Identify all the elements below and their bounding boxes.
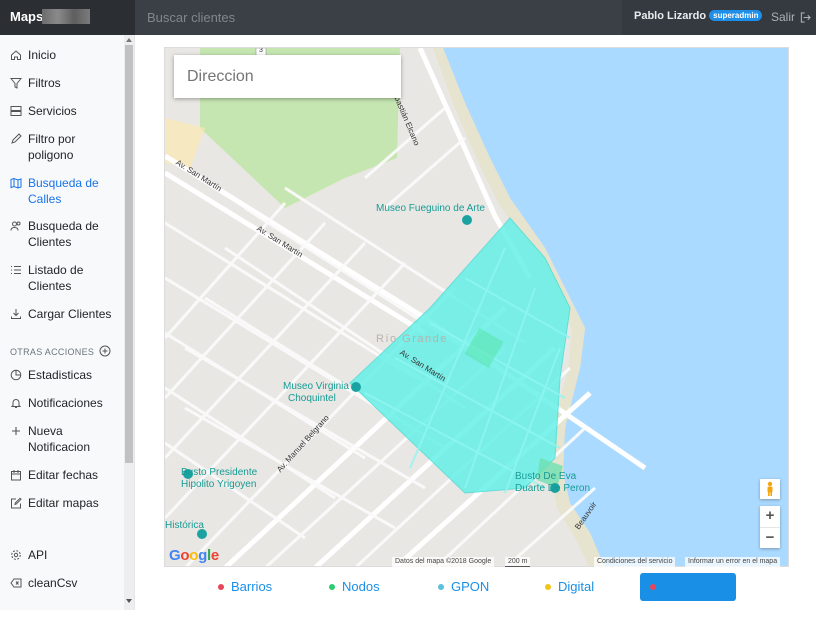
sidebar-item-label: Filtros: [28, 76, 61, 90]
layer-barrios[interactable]: Barrios: [218, 573, 272, 601]
blurred-logo: [42, 9, 90, 24]
pegman-icon: [767, 481, 773, 496]
google-logo: Google: [169, 547, 219, 564]
layer-gpon[interactable]: GPON: [438, 573, 489, 601]
map-scale[interactable]: 200 m: [505, 557, 531, 567]
sidebar-item-busqueda-calles[interactable]: Busqueda de Calles: [10, 175, 122, 207]
sidebar-item-listado-clientes[interactable]: Listado de Clientes: [10, 262, 122, 294]
plus-icon: [12, 427, 20, 435]
scroll-down-arrow[interactable]: [126, 599, 132, 603]
gpon-dot-icon: [438, 584, 444, 590]
layer-label: Nodos: [342, 579, 380, 594]
role-badge: superadmin: [709, 10, 763, 21]
digital-dot-icon: [545, 584, 551, 590]
street-view-button[interactable]: [760, 479, 780, 499]
sign-out-icon: [801, 12, 812, 23]
edit-icon: [11, 497, 22, 509]
bell-icon: [10, 399, 22, 408]
sidebar-item-filtro-poligono[interactable]: Filtro por poligono: [10, 131, 122, 163]
logout-link[interactable]: Salir: [771, 10, 812, 24]
map-label-route-3: 3: [259, 47, 263, 54]
pie-chart-icon: [10, 369, 22, 381]
users-icon: [10, 221, 21, 231]
layer-label: Barrios: [231, 579, 273, 594]
sidebar-item-busqueda-clientes[interactable]: Busqueda de Clientes: [10, 218, 122, 250]
sidebar-item-nueva-notificacion[interactable]: Nueva Notificacion: [10, 423, 122, 455]
sidebar-item-servicios[interactable]: Servicios: [10, 103, 122, 119]
backspace-icon: [10, 578, 22, 588]
gear-icon: [11, 550, 21, 560]
map-graphic: [165, 48, 788, 566]
sidebar-item-label: Editar mapas: [28, 496, 99, 510]
sidebar: [0, 35, 135, 610]
scroll-up-arrow[interactable]: [126, 38, 132, 42]
sidebar-item-api[interactable]: API: [10, 547, 122, 563]
sidebar-item-cargar-clientes[interactable]: Cargar Clientes: [10, 306, 122, 322]
download-icon: [11, 309, 21, 319]
sidebar-item-label: Nueva Notificacion: [28, 424, 91, 454]
sidebar-item-notificaciones[interactable]: Notificaciones: [10, 395, 122, 411]
sidebar-item-label: Servicios: [28, 104, 77, 118]
section-title: OTRAS ACCIONES: [10, 347, 95, 357]
layer-label: GPON: [451, 579, 490, 594]
map-label-museo-virginia-2: Choquintel: [288, 393, 336, 404]
sidebar-item-inicio[interactable]: Inicio: [10, 47, 122, 63]
layer-digital[interactable]: Digital: [545, 573, 594, 601]
layer-label: Digital: [558, 579, 595, 594]
sidebar-item-label: API: [28, 548, 48, 562]
client-search-input[interactable]: [135, 0, 622, 35]
barrios-dot-icon: [218, 584, 224, 590]
sidebar-item-label: Estadisticas: [28, 368, 93, 382]
zoom-in-button[interactable]: +: [760, 506, 780, 527]
server-icon: [10, 106, 22, 116]
map-label-busto-hipolito-1: Busto Presidente: [181, 467, 258, 478]
sidebar-item-label: Busqueda de Clientes: [28, 219, 99, 249]
nodos-dot-icon: [329, 584, 335, 590]
sidebar-item-label: Editar fechas: [28, 468, 99, 482]
layer-label: Trabajando: [650, 607, 716, 622]
home-icon: [11, 50, 21, 60]
map-label-museo-fueguino: Museo Fueguino de Arte: [376, 203, 485, 214]
map-label-historica: Histórica: [165, 520, 204, 531]
sidebar-item-label: Filtro por poligono: [28, 132, 76, 162]
add-circle-icon[interactable]: [99, 345, 111, 357]
list-icon: [11, 266, 21, 274]
map-zoom-control: + −: [760, 506, 780, 548]
sidebar-item-filtros[interactable]: Filtros: [10, 75, 122, 91]
scrollbar-thumb[interactable]: [125, 45, 133, 463]
filter-icon: [10, 78, 22, 89]
sidebar-item-label: Listado de Clientes: [28, 263, 84, 293]
logout-label: Salir: [771, 10, 796, 24]
sidebar-item-label: Inicio: [28, 48, 57, 62]
map-label-busto-eva-2: Duarte De Peron: [515, 483, 591, 494]
terms-link[interactable]: Condiciones del servicio: [594, 557, 676, 567]
zoom-out-button[interactable]: −: [760, 527, 780, 548]
map-label-rio-grande: Río Grande: [376, 333, 448, 345]
map-label-busto-eva-1: Busto De Eva: [515, 471, 577, 482]
sidebar-item-label: Busqueda de Calles: [28, 176, 99, 206]
pencil-icon: [11, 133, 22, 144]
map-label-busto-hipolito-2: Hipolito Yrigoyen: [181, 479, 257, 490]
calendar-icon: [11, 470, 21, 481]
sidebar-item-estadisticas[interactable]: Estadisticas: [10, 367, 122, 383]
user-name: Pablo Lizardo: [634, 10, 707, 22]
trabajando-dot-icon: [650, 584, 656, 590]
sidebar-item-label: Cargar Clientes: [28, 307, 112, 321]
layer-trabajando-button[interactable]: Trabajando: [640, 573, 736, 622]
report-error-link[interactable]: Informar un error en el mapa: [685, 557, 781, 567]
map-label-museo-virginia-1: Museo Virginia: [283, 381, 349, 392]
user-info: Pablo Lizardo superadmin: [634, 10, 763, 22]
sidebar-item-label: cleanCsv: [28, 576, 78, 590]
sidebar-item-editar-mapas[interactable]: Editar mapas: [10, 495, 122, 511]
sidebar-item-editar-fechas[interactable]: Editar fechas: [10, 467, 122, 483]
sidebar-item-label: Notificaciones: [28, 396, 103, 410]
map-data-attribution: Datos del mapa ©2018 Google: [392, 557, 495, 567]
map-canvas[interactable]: 3 Sebastián Elcano Av. San Martín Av. Sa…: [164, 47, 789, 567]
app-title: Maps: [10, 9, 44, 24]
sidebar-item-cleancsv[interactable]: cleanCsv: [10, 575, 122, 591]
direction-search-input[interactable]: [174, 55, 401, 98]
layer-nodos[interactable]: Nodos: [329, 573, 380, 601]
map-icon: [10, 177, 22, 189]
